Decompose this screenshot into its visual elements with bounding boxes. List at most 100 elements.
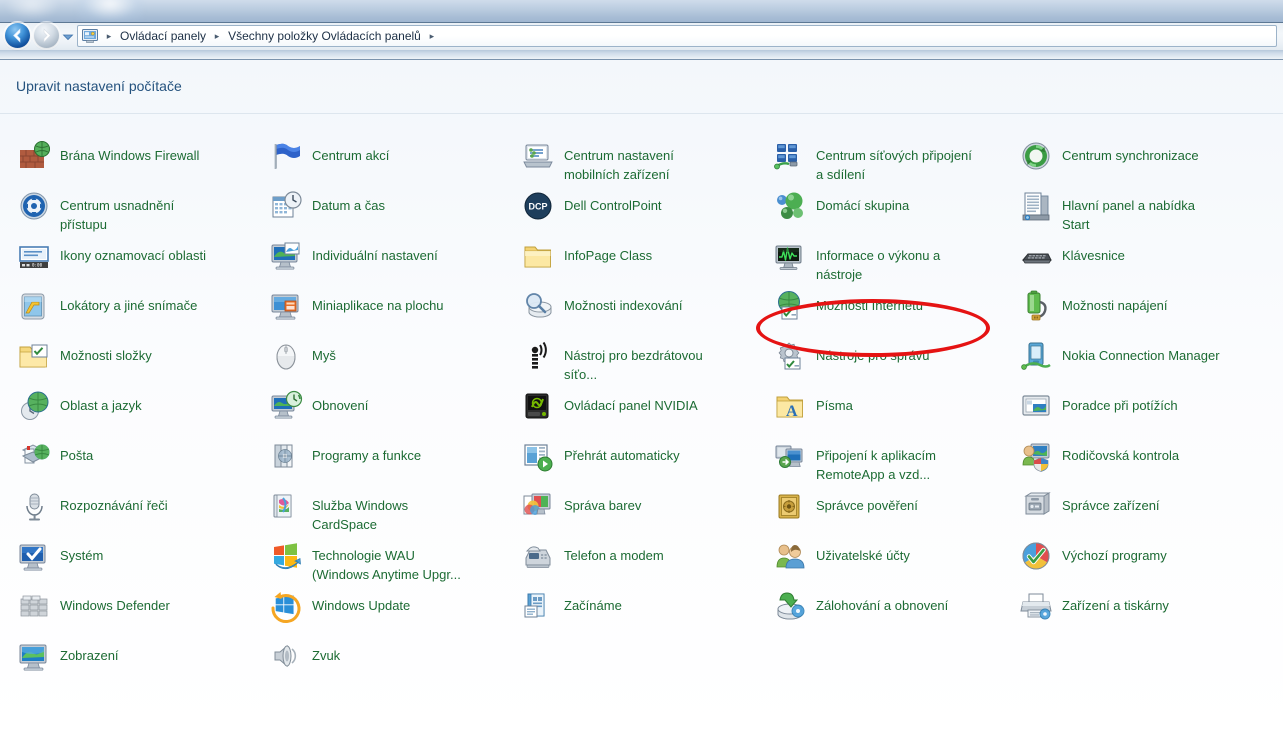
control-panel-item-label: Možnosti složky — [60, 348, 152, 363]
address-bar[interactable]: ▸ Ovládací panely ▸ Všechny položky Ovlá… — [77, 25, 1277, 47]
control-panel-item-label: Myš — [312, 348, 336, 363]
svg-text:A: A — [786, 403, 798, 420]
control-panel-item[interactable]: Systém — [16, 538, 105, 576]
control-panel-item-label: Správce zařízení — [1062, 498, 1160, 513]
phone-modem-icon — [522, 540, 556, 574]
breadcrumb-item-control-panel[interactable]: Ovládací panely — [117, 27, 209, 45]
control-panel-item[interactable]: Technologie WAU (Windows Anytime Upgr... — [268, 538, 474, 586]
control-panel-item[interactable]: Zálohování a obnovení — [772, 588, 950, 626]
control-panel-item[interactable]: Možnosti napájení — [1018, 288, 1170, 326]
control-panel-item[interactable]: Pošta — [16, 438, 95, 476]
breadcrumb-separator-2[interactable]: ▸ — [424, 31, 440, 42]
location-sensors-icon — [18, 290, 52, 324]
control-panel-item[interactable]: Klávesnice — [1018, 238, 1127, 276]
control-panel-item-label: Uživatelské účty — [816, 548, 910, 563]
control-panel-item[interactable]: Začínáme — [520, 588, 624, 626]
control-panel-item[interactable]: Centrum synchronizace — [1018, 138, 1201, 176]
devices-printers-icon — [1020, 590, 1054, 624]
control-panel-item[interactable]: Zařízení a tiskárny — [1018, 588, 1171, 626]
control-panel-item[interactable]: Výchozí programy — [1018, 538, 1169, 576]
autoplay-icon — [522, 440, 556, 474]
nvidia-icon — [522, 390, 556, 424]
control-panel-item[interactable]: Programy a funkce — [268, 438, 423, 476]
control-panel-item[interactable]: Domácí skupina — [772, 188, 911, 226]
control-panel-item[interactable]: 0:00 Ikony oznamovací oblasti — [16, 238, 208, 276]
control-panel-item[interactable]: Rodičovská kontrola — [1018, 438, 1181, 476]
control-panel-item[interactable]: Nástroj pro bezdrátovou síťo... — [520, 338, 726, 386]
control-panel-item[interactable]: Centrum akcí — [268, 138, 391, 176]
control-panel-item-label: Dell ControlPoint — [564, 198, 662, 213]
control-panel-item[interactable]: Centrum nastavení mobilních zařízení — [520, 138, 726, 186]
control-panel-item-label: Zobrazení — [60, 648, 119, 663]
breadcrumb-item-all-items[interactable]: Všechny položky Ovládacích panelů — [225, 27, 424, 45]
control-panel-item-label: Zařízení a tiskárny — [1062, 598, 1169, 613]
control-panel-item[interactable]: Správce pověření — [772, 488, 920, 526]
control-panel-item-label: Centrum usnadnění přístupu — [60, 198, 175, 232]
firewall-icon — [18, 140, 52, 174]
control-panel-item[interactable]: Nokia Connection Manager — [1018, 338, 1222, 376]
recent-locations-button[interactable] — [62, 30, 74, 42]
control-panel-item[interactable]: Windows Defender — [16, 588, 172, 626]
control-panel-item[interactable]: Ovládací panel NVIDIA — [520, 388, 700, 426]
control-panel-item-label: Možnosti Internetu — [816, 298, 923, 313]
heading-divider — [0, 113, 1283, 114]
control-panel-item[interactable]: Možnosti indexování — [520, 288, 685, 326]
control-panel-item-label: Windows Update — [312, 598, 411, 613]
control-panel-item[interactable]: Nástroje pro správu — [772, 338, 931, 376]
device-manager-icon — [1020, 490, 1054, 524]
control-panel-item[interactable]: Lokátory a jiné snímače — [16, 288, 199, 326]
credential-manager-icon — [774, 490, 808, 524]
control-panel-item[interactable]: Myš — [268, 338, 338, 376]
control-panel-item-label: Poradce při potížích — [1062, 398, 1178, 413]
control-panel-item[interactable]: DCP Dell ControlPoint — [520, 188, 664, 226]
control-panel-item[interactable]: Správa barev — [520, 488, 643, 526]
control-panel-item[interactable]: Poradce při potížích — [1018, 388, 1180, 426]
control-panel-item-label: Ovládací panel NVIDIA — [564, 398, 698, 413]
back-button[interactable] — [5, 23, 30, 48]
breadcrumb-separator-0[interactable]: ▸ — [101, 31, 117, 42]
control-panel-item[interactable]: Obnovení — [268, 388, 370, 426]
control-panel-item[interactable]: Datum a čas — [268, 188, 387, 226]
dell-controlpoint-icon: DCP — [522, 190, 556, 224]
control-panel-item[interactable]: InfoPage Class — [520, 238, 654, 276]
notification-area-icon: 0:00 — [18, 240, 52, 274]
fonts-icon: A — [774, 390, 808, 424]
ease-of-access-icon — [18, 190, 52, 224]
breadcrumb-separator-1[interactable]: ▸ — [209, 31, 225, 42]
control-panel-item[interactable]: Správce zařízení — [1018, 488, 1162, 526]
window-title-glass — [0, 0, 1283, 22]
svg-text:DCP: DCP — [528, 202, 547, 212]
control-panel-item[interactable]: Přehrát automaticky — [520, 438, 682, 476]
control-panel-item-label: Zálohování a obnovení — [816, 598, 949, 613]
infopage-class-icon — [522, 240, 556, 274]
gadgets-icon — [270, 290, 304, 324]
control-panel-item-label: Programy a funkce — [312, 448, 422, 463]
control-panel-item[interactable]: Individuální nastavení — [268, 238, 440, 276]
content-pane: Upravit nastavení počítače Brána Windows… — [0, 60, 1283, 736]
control-panel-item[interactable]: Centrum síťových připojení a sdílení — [772, 138, 978, 186]
control-panel-item[interactable]: Windows Update — [268, 588, 412, 626]
control-panel-item[interactable]: Služba Windows CardSpace — [268, 488, 474, 536]
control-panel-item[interactable]: Zobrazení — [16, 638, 121, 676]
control-panel-item[interactable]: Uživatelské účty — [772, 538, 912, 576]
homegroup-icon — [774, 190, 808, 224]
control-panel-item[interactable]: Informace o výkonu a nástroje — [772, 238, 978, 286]
svg-text:0:00: 0:00 — [32, 263, 43, 268]
control-panel-item[interactable]: Telefon a modem — [520, 538, 666, 576]
programs-features-icon — [270, 440, 304, 474]
control-panel-item[interactable]: Možnosti složky — [16, 338, 154, 376]
control-panel-item[interactable]: Hlavní panel a nabídka Start — [1018, 188, 1224, 236]
control-panel-item-label: Připojení k aplikacím RemoteApp a vzd... — [816, 448, 936, 482]
control-panel-item[interactable]: Miniaplikace na plochu — [268, 288, 446, 326]
control-panel-item[interactable]: Centrum usnadnění přístupu — [16, 188, 222, 236]
control-panel-item[interactable]: Zvuk — [268, 638, 342, 676]
control-panel-item[interactable]: Rozpoznávání řeči — [16, 488, 170, 526]
control-panel-item[interactable]: Připojení k aplikacím RemoteApp a vzd... — [772, 438, 978, 486]
control-panel-item[interactable]: Oblast a jazyk — [16, 388, 144, 426]
forward-button[interactable] — [34, 23, 59, 48]
control-panel-item[interactable]: Brána Windows Firewall — [16, 138, 201, 176]
control-panel-item-label: Nástroj pro bezdrátovou síťo... — [564, 348, 703, 382]
control-panel-item[interactable]: A Písma — [772, 388, 855, 426]
control-panel-item-label: Ikony oznamovací oblasti — [60, 248, 206, 263]
control-panel-item[interactable]: Možnosti Internetu — [772, 288, 925, 326]
